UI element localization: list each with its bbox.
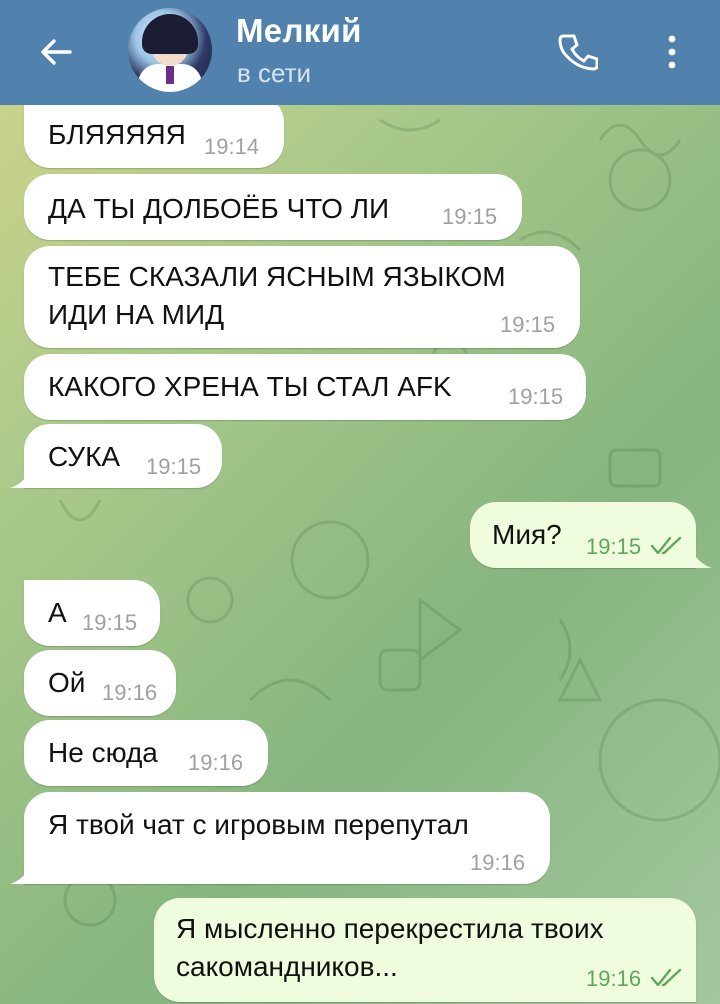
message-text: ТЕБЕ СКАЗАЛИ ЯСНЫМ ЯЗЫКОМ ИДИ НА МИД	[48, 261, 506, 330]
back-button[interactable]	[26, 22, 86, 82]
message-time: 19:16	[470, 850, 526, 875]
message-time: 19:15	[508, 384, 564, 409]
message-bubble[interactable]: А 19:15	[24, 580, 160, 646]
message-text: Я мысленно перекрестила твоих сакомандни…	[176, 913, 604, 982]
double-check-icon	[650, 968, 682, 987]
message-text: БЛЯЯЯЯЯ	[48, 119, 186, 150]
message-bubble[interactable]: СУКА 19:15	[24, 424, 222, 488]
message-time: 19:16	[586, 966, 642, 991]
message-bubble[interactable]: ДА ТЫ ДОЛБОЁБ ЧТО ЛИ 19:15	[24, 174, 522, 240]
menu-button[interactable]	[650, 26, 694, 78]
chat-header: Мелкий в сети	[0, 0, 720, 105]
bubble-tail	[10, 474, 28, 488]
message-text: Ой	[48, 667, 86, 698]
phone-icon	[558, 34, 598, 71]
message-time: 19:16	[188, 750, 244, 775]
message-text: Не сюда	[48, 737, 158, 768]
contact-name[interactable]: Мелкий	[236, 12, 362, 50]
message-bubble-outgoing[interactable]: Я мысленно перекрестила твоих сакомандни…	[154, 898, 696, 1002]
message-time: 19:15	[82, 610, 138, 635]
message-bubble-outgoing[interactable]: Мия? 19:15	[470, 502, 696, 568]
contact-status: в сети	[237, 58, 312, 88]
message-text: А	[48, 597, 67, 628]
message-text: Я твой чат с игровым перепутал	[48, 809, 469, 840]
contact-avatar[interactable]	[128, 8, 212, 92]
message-time: 19:16	[102, 680, 158, 705]
arrow-left-icon	[41, 39, 72, 65]
message-time: 19:15	[146, 454, 202, 479]
message-bubble[interactable]: ТЕБЕ СКАЗАЛИ ЯСНЫМ ЯЗЫКОМ ИДИ НА МИД 19:…	[24, 246, 580, 348]
message-time: 19:15	[500, 312, 556, 337]
call-button[interactable]	[552, 26, 604, 78]
more-vertical-icon	[668, 35, 676, 69]
message-bubble[interactable]: Я твой чат с игровым перепутал 19:16	[24, 792, 550, 884]
message-text: ДА ТЫ ДОЛБОЁБ ЧТО ЛИ	[48, 193, 390, 224]
message-time: 19:15	[442, 204, 498, 229]
bubble-tail	[10, 870, 28, 884]
message-text: СУКА	[48, 441, 121, 472]
double-check-icon	[650, 536, 682, 555]
message-bubble[interactable]: Не сюда 19:16	[24, 720, 268, 786]
message-text: Мия?	[492, 519, 562, 550]
message-bubble[interactable]: Ой 19:16	[24, 650, 176, 716]
message-bubble[interactable]: БЛЯЯЯЯЯ 19:14	[24, 96, 284, 168]
message-time: 19:15	[586, 534, 642, 559]
bubble-tail	[694, 554, 712, 568]
message-text: КАКОГО ХРЕНА ТЫ СТАЛ AFK	[48, 371, 452, 402]
message-bubble[interactable]: КАКОГО ХРЕНА ТЫ СТАЛ AFK 19:15	[24, 354, 586, 420]
message-time: 19:14	[204, 134, 260, 159]
